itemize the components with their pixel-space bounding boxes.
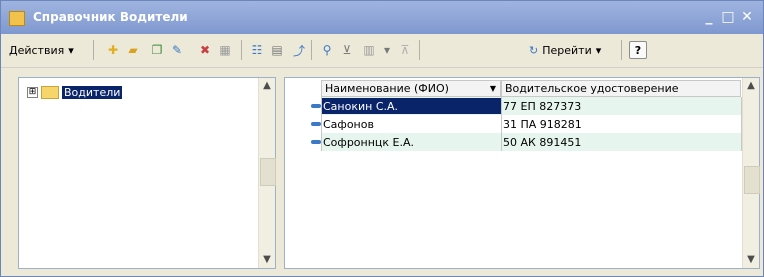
goto-icon: ↻: [529, 43, 539, 57]
column-header-name[interactable]: Наименование (ФИО) ▼: [321, 80, 501, 97]
table-row[interactable]: Санокин С.А. 77 ЕП 827373: [321, 97, 741, 115]
scroll-down-icon[interactable]: ▼: [743, 252, 759, 268]
cell-license[interactable]: 31 ПА 918281: [501, 116, 739, 132]
chevron-down-icon[interactable]: ▾: [379, 42, 395, 58]
minimize-button[interactable]: _: [701, 9, 717, 25]
clear-filter-icon[interactable]: ⊼: [397, 42, 413, 58]
delete-mark-icon[interactable]: ✖: [197, 42, 213, 58]
copy-icon[interactable]: ❐: [149, 42, 165, 58]
filter-icon[interactable]: ⚲: [319, 42, 335, 58]
folder-icon: [41, 85, 59, 99]
cell-name[interactable]: Софроннцк Е.А.: [321, 134, 499, 150]
table-row[interactable]: Сафонов 31 ПА 918281: [321, 115, 741, 133]
scroll-up-icon[interactable]: ▲: [743, 78, 759, 94]
close-button[interactable]: ✕: [739, 9, 755, 25]
scroll-thumb[interactable]: [744, 166, 760, 194]
tree-item-drivers[interactable]: ⊞ Водители: [27, 84, 123, 100]
groups-tree-panel[interactable]: ⊞ Водители ▲ ▼: [18, 77, 276, 269]
goto-menu-button[interactable]: ↻ Перейти ▾: [529, 40, 601, 60]
tree-scrollbar[interactable]: ▲ ▼: [258, 78, 276, 268]
main-window: Справочник Водители _ □ ✕ Действия ▾ ✚ ▰…: [0, 0, 764, 277]
toolbar: Действия ▾ ✚ ▰ ❐ ✎ ✖ ▦ ☷ ▤ ⤴ ⚲ ⊻ ▥ ▾ ⊼ ↻…: [1, 34, 763, 68]
column-divider: [321, 97, 322, 151]
scroll-up-icon[interactable]: ▲: [259, 78, 275, 94]
goto-menu-label: Перейти: [542, 43, 592, 57]
item-icon: [311, 122, 321, 126]
separator: [311, 40, 312, 60]
level-up-icon[interactable]: ⤴: [291, 42, 307, 58]
item-icon: [311, 140, 321, 144]
list-mode-icon[interactable]: ▤: [269, 42, 285, 58]
filter-settings-icon[interactable]: ⊻: [339, 42, 355, 58]
sort-indicator-icon: ▼: [489, 84, 496, 93]
hierarchy-icon[interactable]: ☷: [249, 42, 265, 58]
cell-name[interactable]: Санокин С.А.: [321, 98, 501, 114]
maximize-button[interactable]: □: [720, 9, 736, 25]
scroll-down-icon[interactable]: ▼: [259, 252, 275, 268]
edit-icon[interactable]: ✎: [169, 42, 185, 58]
tree-item-label: Водители: [62, 85, 123, 99]
cell-name[interactable]: Сафонов: [321, 116, 499, 132]
item-icon: [311, 104, 321, 108]
add-icon[interactable]: ✚: [105, 42, 121, 58]
chevron-down-icon: ▾: [68, 43, 74, 57]
column-header-license[interactable]: Водительское удостоверение: [501, 80, 741, 97]
title-bar: Справочник Водители _ □ ✕: [1, 1, 763, 34]
expand-icon[interactable]: ⊞: [27, 86, 38, 98]
table-row[interactable]: Софроннцк Е.А. 50 АК 891451: [321, 133, 741, 151]
separator: [241, 40, 242, 60]
app-icon: [9, 11, 25, 26]
delete-icon[interactable]: ▦: [217, 42, 233, 58]
sort-icon[interactable]: ▥: [361, 42, 377, 58]
chevron-down-icon: ▾: [595, 43, 602, 57]
separator: [419, 40, 420, 60]
window-title: Справочник Водители: [33, 10, 188, 24]
add-folder-icon[interactable]: ▰: [125, 42, 141, 58]
column-header-label: Наименование (ФИО): [325, 82, 449, 95]
column-divider: [501, 97, 502, 151]
help-button[interactable]: ?: [629, 41, 647, 59]
cell-license[interactable]: 50 АК 891451: [501, 134, 739, 150]
table-scrollbar[interactable]: ▲ ▼: [742, 78, 760, 268]
drivers-table[interactable]: Наименование (ФИО) ▼ Водительское удосто…: [284, 77, 760, 269]
actions-menu-button[interactable]: Действия ▾: [9, 40, 74, 60]
scroll-thumb[interactable]: [260, 158, 276, 186]
separator: [621, 40, 622, 60]
cell-license[interactable]: 77 ЕП 827373: [501, 98, 739, 114]
actions-menu-label: Действия: [9, 43, 65, 57]
separator: [93, 40, 94, 60]
column-header-label: Водительское удостоверение: [505, 82, 679, 95]
